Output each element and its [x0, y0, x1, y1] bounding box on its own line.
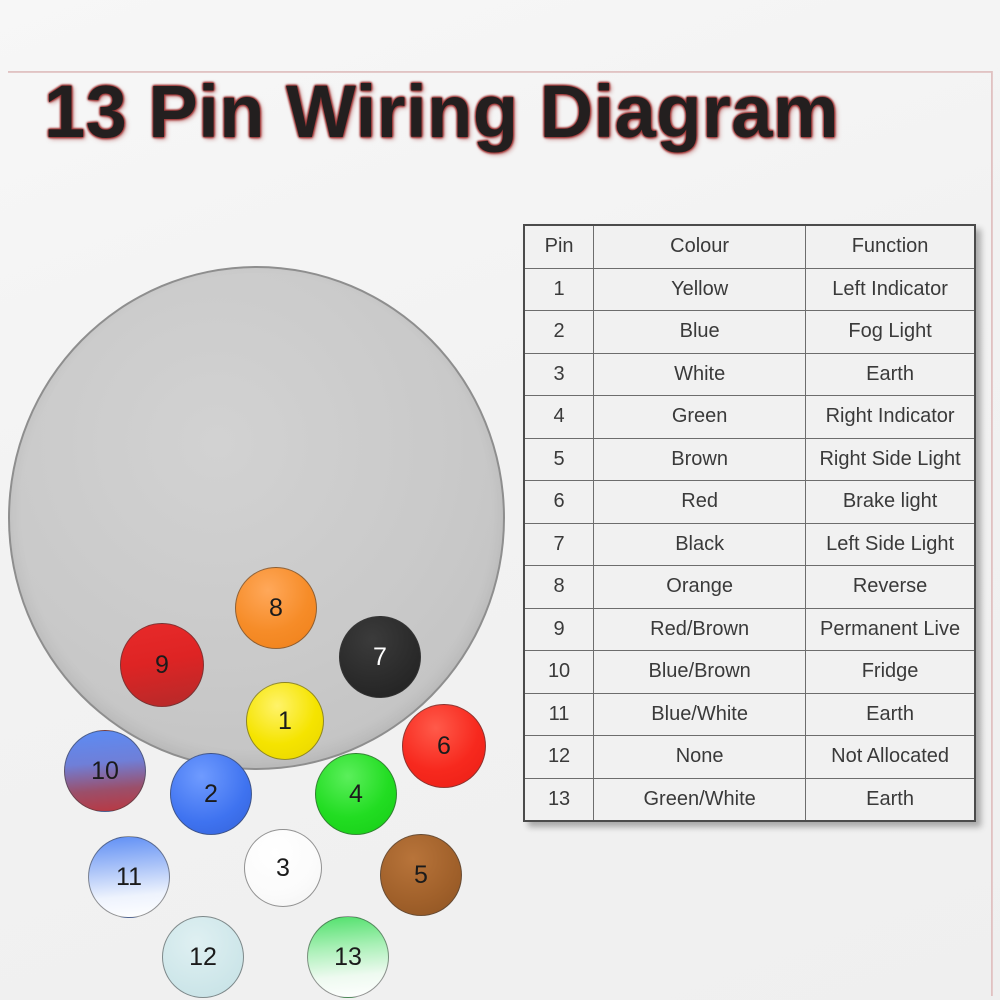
cell-colour: Red	[593, 480, 807, 524]
connector-pin-2: 2	[170, 753, 252, 835]
cell-colour: Blue	[593, 310, 807, 354]
table-row: 6 Red Brake light	[523, 480, 976, 524]
cell-function: Permanent Live	[805, 607, 976, 651]
cell-colour: Orange	[593, 565, 807, 609]
cell-colour: Yellow	[593, 267, 807, 311]
table-row: 10 Blue/Brown Fridge	[523, 650, 976, 694]
connector-pin-label: 6	[437, 731, 451, 760]
cell-colour: Blue/Brown	[593, 650, 807, 694]
table-row: 7 Black Left Side Light	[523, 522, 976, 566]
connector-pin-11: 11	[88, 836, 170, 918]
connector-pin-10: 10	[64, 730, 146, 812]
cell-colour: Red/Brown	[593, 607, 807, 651]
cell-pin: 1	[523, 267, 595, 311]
cell-pin: 2	[523, 310, 595, 354]
cell-pin: 12	[523, 735, 595, 779]
column-header-pin: Pin	[523, 224, 595, 269]
cell-function: Earth	[805, 692, 976, 736]
page-title: 13 Pin Wiring Diagram	[44, 70, 840, 153]
connector-pin-5: 5	[380, 834, 462, 916]
connector-pin-9: 9	[120, 623, 204, 707]
cell-function: Fog Light	[805, 310, 976, 354]
cell-colour: Green	[593, 395, 807, 439]
cell-function: Right Indicator	[805, 395, 976, 439]
connector-pin-12: 12	[162, 916, 244, 998]
cell-function: Earth	[805, 777, 976, 822]
table-row: 2 Blue Fog Light	[523, 310, 976, 354]
column-header-colour: Colour	[593, 224, 807, 269]
connector-pin-label: 3	[276, 853, 290, 882]
diagram-page: 13 Pin Wiring Diagram 1 2 3 4 5 6 7 8 9 10 11 12 13 …	[0, 0, 1000, 1000]
table-row: 1 Yellow Left Indicator	[523, 267, 976, 311]
cell-colour: None	[593, 735, 807, 779]
cell-pin: 10	[523, 650, 595, 694]
connector-pin-8: 8	[235, 567, 317, 649]
connector-pin-label: 8	[269, 593, 283, 622]
connector-pin-label: 10	[91, 756, 119, 785]
cell-function: Brake light	[805, 480, 976, 524]
connector-pin-label: 5	[414, 860, 428, 889]
cell-pin: 13	[523, 777, 595, 822]
table-row: 4 Green Right Indicator	[523, 395, 976, 439]
connector-pin-label: 11	[116, 862, 142, 891]
cell-pin: 7	[523, 522, 595, 566]
cell-pin: 8	[523, 565, 595, 609]
cell-pin: 9	[523, 607, 595, 651]
connector-pin-label: 7	[373, 642, 387, 671]
table-row: 9 Red/Brown Permanent Live	[523, 607, 976, 651]
table-row: 12 None Not Allocated	[523, 735, 976, 779]
connector-pin-4: 4	[315, 753, 397, 835]
column-header-function: Function	[805, 224, 976, 269]
connector-face-diagram: 1 2 3 4 5 6 7 8 9 10 11 12 13	[8, 266, 505, 998]
connector-pin-label: 13	[334, 942, 362, 971]
cell-colour: Black	[593, 522, 807, 566]
connector-pin-1: 1	[246, 682, 324, 760]
right-rule-line	[991, 71, 993, 996]
connector-pin-label: 4	[349, 779, 363, 808]
cell-colour: Green/White	[593, 777, 807, 822]
table-row: 5 Brown Right Side Light	[523, 437, 976, 481]
connector-pin-13: 13	[307, 916, 389, 998]
cell-colour: Brown	[593, 437, 807, 481]
cell-pin: 4	[523, 395, 595, 439]
cell-function: Left Indicator	[805, 267, 976, 311]
cell-function: Fridge	[805, 650, 976, 694]
pin-assignment-table: Pin Colour Function 1 Yellow Left Indicato…	[523, 224, 976, 822]
table-row: 8 Orange Reverse	[523, 565, 976, 609]
table-row: 11 Blue/White Earth	[523, 692, 976, 736]
cell-pin: 5	[523, 437, 595, 481]
cell-pin: 6	[523, 480, 595, 524]
cell-function: Earth	[805, 352, 976, 396]
cell-colour: White	[593, 352, 807, 396]
table-row: 13 Green/White Earth	[523, 777, 976, 822]
cell-pin: 11	[523, 692, 595, 736]
cell-function: Right Side Light	[805, 437, 976, 481]
table-row: 3 White Earth	[523, 352, 976, 396]
table-header-row: Pin Colour Function	[523, 224, 976, 269]
connector-pin-label: 12	[189, 942, 217, 971]
cell-function: Reverse	[805, 565, 976, 609]
cell-pin: 3	[523, 352, 595, 396]
connector-pin-7: 7	[339, 616, 421, 698]
cell-function: Not Allocated	[805, 735, 976, 779]
connector-pin-label: 9	[155, 650, 169, 679]
connector-pin-6: 6	[402, 704, 486, 788]
cell-colour: Blue/White	[593, 692, 807, 736]
connector-pin-3: 3	[244, 829, 322, 907]
connector-pin-label: 1	[278, 706, 292, 735]
cell-function: Left Side Light	[805, 522, 976, 566]
connector-pin-label: 2	[204, 779, 218, 808]
